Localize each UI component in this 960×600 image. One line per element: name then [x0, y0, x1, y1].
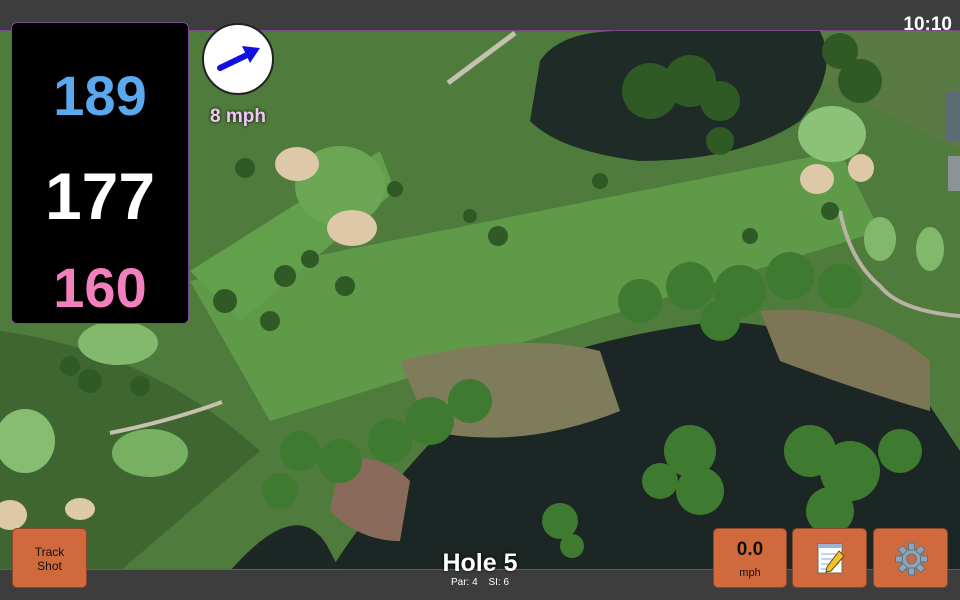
center-distance: 177	[44, 159, 156, 233]
settings-button[interactable]	[873, 528, 948, 588]
back-distance: 189	[53, 64, 147, 127]
hole-par: Par: 4	[450, 577, 478, 588]
hole-title: Hole 5	[442, 549, 518, 577]
track-shot-label-line1: Track	[34, 545, 65, 559]
hole-stroke-index: SI: 6	[488, 577, 510, 588]
front-distance: 160	[53, 256, 147, 319]
gear-icon	[895, 542, 928, 576]
hole-info: Par: 4 SI: 6	[380, 577, 580, 588]
notepad-icon	[817, 543, 845, 574]
distance-panel: 189 177 160	[11, 22, 189, 324]
wind-reading-value: 0.0	[736, 539, 764, 560]
track-shot-button[interactable]: Track Shot	[12, 528, 87, 588]
wind-direction-arrow-icon	[217, 46, 260, 71]
notes-button[interactable]	[792, 528, 867, 588]
wind-reading-unit: mph	[739, 567, 761, 579]
wind-reading-button[interactable]: 0.0 mph	[713, 528, 787, 588]
wind-speed-label: 8 mph	[210, 106, 266, 127]
track-shot-label-line2: Shot	[37, 559, 62, 573]
wind-direction-indicator	[202, 23, 274, 95]
